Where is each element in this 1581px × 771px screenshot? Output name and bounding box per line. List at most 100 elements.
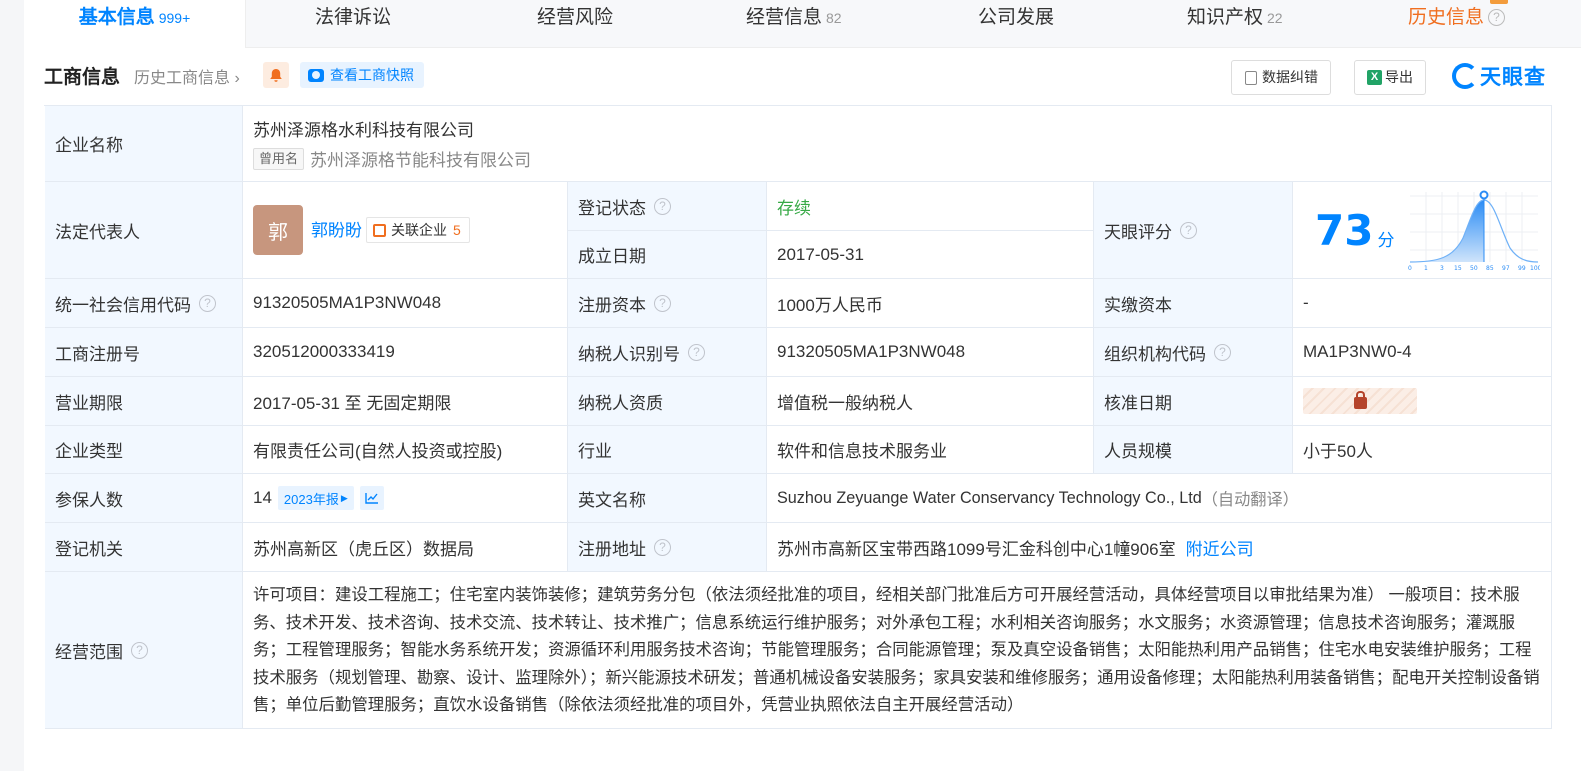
tab-development[interactable]: 公司发展 (978, 0, 1054, 48)
label-text: 工商注册号 (55, 344, 140, 364)
value-reg-capital: 1000万人民币 (767, 279, 1094, 328)
label-english-name: 英文名称 (568, 474, 767, 523)
bell-icon[interactable] (263, 62, 289, 88)
tick-label: 3 (1440, 265, 1444, 272)
tab-label: 历史信息 (1408, 7, 1485, 28)
label-staff-size: 人员规模 (1094, 426, 1293, 474)
former-name: 苏州泽源格节能科技有限公司 (310, 151, 532, 170)
help-icon[interactable]: ? (131, 641, 148, 659)
label-text: 经营范围 (55, 642, 123, 662)
annual-report-label: 2023年报 (283, 491, 339, 507)
lock-icon (1353, 391, 1367, 409)
tab-label: 公司发展 (978, 7, 1055, 28)
help-icon[interactable]: ? (654, 538, 671, 556)
tick-label: 99 (1518, 265, 1526, 272)
label-text: 参保人数 (55, 490, 123, 510)
reg-address: 苏州市高新区宝带西路1099号汇金科创中心1幢906室 (777, 539, 1176, 559)
tick-label: 97 (1502, 265, 1510, 272)
help-icon[interactable]: ? (654, 197, 671, 215)
related-companies-button[interactable]: 关联企业 5 (366, 217, 470, 243)
help-icon[interactable]: ? (1214, 343, 1231, 361)
tab-label: 经营风险 (537, 7, 614, 28)
label-text: 登记机关 (55, 539, 123, 559)
label-taxpayer-id: 纳税人识别号? (568, 328, 767, 377)
nearby-companies-link[interactable]: 附近公司 (1186, 535, 1254, 560)
tab-operations[interactable]: 经营信息 82 (746, 0, 842, 48)
help-icon[interactable]: ? (1180, 221, 1197, 239)
label-biz-term: 营业期限 (45, 377, 243, 426)
help-icon[interactable]: ? (654, 294, 671, 312)
assoc-count: 5 (453, 222, 461, 238)
trend-chart-icon[interactable] (359, 486, 384, 510)
export-button[interactable]: X 导出 (1354, 60, 1426, 95)
label-text: 登记状态 (578, 198, 646, 218)
value-approve-date (1293, 377, 1552, 426)
tab-label: 法律诉讼 (315, 7, 392, 28)
hot-badge (1490, 0, 1508, 4)
section-title: 工商信息 (44, 67, 121, 88)
data-correction-button[interactable]: 数据纠错 (1231, 60, 1331, 95)
label-reg-address: 注册地址? (568, 523, 767, 572)
value-insured: 14 2023年报 ▶ (243, 474, 568, 523)
value-reg-number: 320512000333419 (243, 328, 568, 377)
value-biz-term: 2017-05-31 至 无固定期限 (243, 377, 568, 426)
label-industry: 行业 (568, 426, 767, 474)
value-paid-capital: - (1293, 279, 1552, 328)
tick-label: 15 (1454, 265, 1462, 272)
annual-report-button[interactable]: 2023年报 ▶ (277, 486, 354, 510)
label-paid-capital: 实缴资本 (1094, 279, 1293, 328)
value-english-name: Suzhou Zeyuange Water Conservancy Techno… (767, 474, 1552, 523)
score-distribution-chart: 0 1 3 15 50 85 97 99 100 (1408, 190, 1540, 272)
label-text: 法定代表人 (55, 222, 140, 242)
company-name: 苏州泽源格水利科技有限公司 (253, 121, 474, 140)
label-reg-status: 登记状态? (568, 182, 767, 231)
label-biz-scope: 经营范围? (45, 572, 243, 729)
score-number: 73 (1315, 205, 1374, 255)
former-name-row: 曾用名 苏州泽源格节能科技有限公司 (253, 146, 531, 171)
label-text: 组织机构代码 (1104, 344, 1206, 364)
label-insured: 参保人数 (45, 474, 243, 523)
former-name-tag: 曾用名 (253, 147, 305, 170)
label-company-name: 企业名称 (45, 106, 243, 182)
value-reg-address: 苏州市高新区宝带西路1099号汇金科创中心1幢906室 附近公司 (767, 523, 1552, 572)
snapshot-label: 查看工商快照 (330, 67, 414, 83)
label-text: 注册资本 (578, 295, 646, 315)
label-text: 企业名称 (55, 136, 123, 155)
snapshot-button[interactable]: 查看工商快照 (300, 62, 424, 88)
tab-ip[interactable]: 知识产权 22 (1187, 0, 1283, 48)
tick-label: 1 (1424, 265, 1428, 272)
tab-history[interactable]: 历史信息? (1408, 0, 1506, 48)
label-reg-number: 工商注册号 (45, 328, 243, 377)
value-staff-size: 小于50人 (1293, 426, 1552, 474)
value-company-type: 有限责任公司(自然人投资或控股) (243, 426, 568, 474)
label-tianyan-score: 天眼评分? (1094, 182, 1293, 279)
camera-icon (308, 69, 324, 82)
help-icon[interactable]: ? (199, 294, 216, 312)
tab-risk[interactable]: 经营风险 (537, 0, 613, 48)
tab-count: 82 (826, 10, 842, 26)
avatar[interactable]: 郭 (253, 205, 303, 255)
help-icon[interactable]: ? (688, 343, 705, 361)
network-icon (373, 223, 386, 237)
trend-glyph (365, 493, 378, 504)
brand-name: 天眼查 (1480, 66, 1546, 89)
tab-legal[interactable]: 法律诉讼 (315, 0, 391, 48)
tick-label: 50 (1470, 265, 1478, 272)
auto-translate-note: （自动翻译） (1201, 491, 1299, 509)
locked-value[interactable] (1303, 388, 1417, 414)
tab-count: 999+ (158, 10, 191, 26)
page: 基本信息 999+ 法律诉讼 经营风险 经营信息 82 公司发展 知识产权 22 历史… (24, 0, 1581, 771)
value-found-date: 2017-05-31 (767, 231, 1094, 279)
value-tianyan-score[interactable]: 73 分 0 1 3 15 50 85 97 99 10 (1293, 182, 1552, 279)
legal-rep-link[interactable]: 郭盼盼 (311, 216, 362, 241)
tab-basic-info[interactable]: 基本信息 999+ (24, 0, 246, 48)
history-link[interactable]: 历史工商信息 › (134, 64, 240, 88)
label-text: 营业期限 (55, 393, 123, 413)
label-text: 天眼评分 (1104, 222, 1172, 242)
label-text: 纳税人资质 (578, 393, 663, 413)
document-icon (1245, 71, 1257, 85)
tab-bar: 基本信息 999+ 法律诉讼 经营风险 经营信息 82 公司发展 知识产权 22 历史… (24, 0, 1581, 48)
help-icon[interactable]: ? (1488, 9, 1506, 26)
value-taxpayer-id: 91320505MA1P3NW048 (767, 328, 1094, 377)
value-legal-rep: 郭 郭盼盼 关联企业 5 (243, 182, 568, 279)
